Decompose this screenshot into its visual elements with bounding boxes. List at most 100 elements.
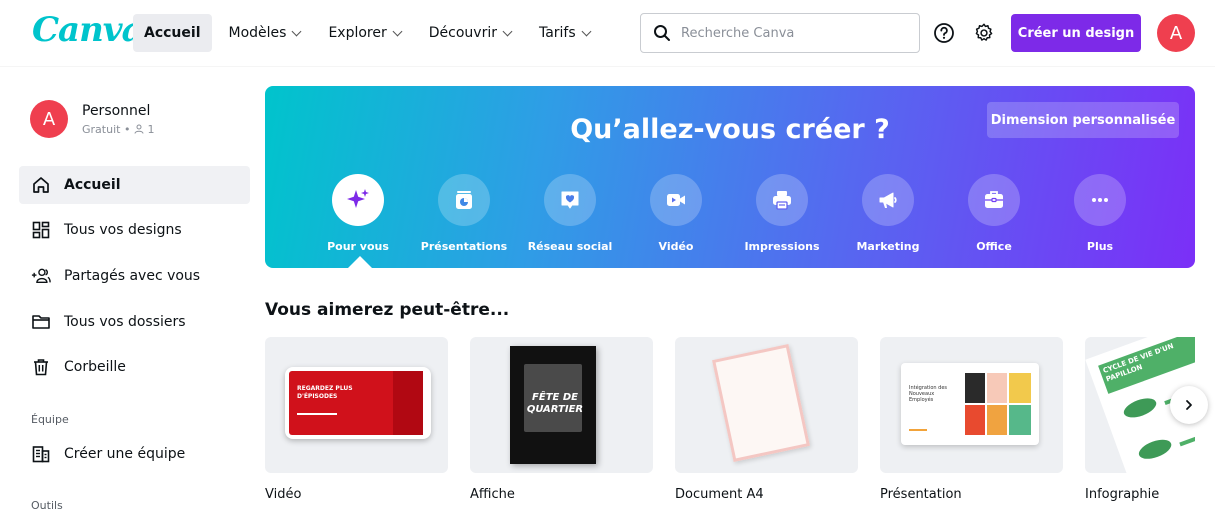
card-label: Document A4 xyxy=(675,487,764,502)
sidebar-item-label: Tous vos designs xyxy=(64,222,182,238)
avatar: A xyxy=(30,100,68,138)
presentation-icon xyxy=(438,174,490,226)
category-label: Vidéo xyxy=(658,240,694,253)
category-prints[interactable]: Impressions xyxy=(729,174,835,253)
nav-modeles[interactable]: Modèles xyxy=(218,14,312,52)
chevron-down-icon xyxy=(502,26,513,36)
card-document-a4[interactable]: Document A4 xyxy=(675,337,858,502)
top-bar: Canva Accueil Modèles Explorer Découvrir… xyxy=(0,0,1215,66)
search-input[interactable] xyxy=(681,25,901,41)
sidebar-item-label: Créer une équipe xyxy=(64,446,186,462)
grid-icon xyxy=(31,220,51,240)
card-thumbnail xyxy=(675,337,858,473)
hero-banner: Qu’allez-vous créer ? Dimension personna… xyxy=(265,86,1195,268)
card-thumbnail: Intégration des Nouveaux Employés xyxy=(880,337,1063,473)
card-thumbnail: FÊTE DE QUARTIER xyxy=(470,337,653,473)
user-icon xyxy=(134,124,144,134)
team-building-icon xyxy=(31,444,51,464)
home-icon xyxy=(31,175,51,195)
nav-label: Explorer xyxy=(328,25,387,41)
category-pour-vous[interactable]: Pour vous xyxy=(305,174,411,253)
main-nav: Accueil Modèles Explorer Découvrir Tarif… xyxy=(133,14,607,52)
help-icon xyxy=(934,23,954,43)
sidebar-item-create-team[interactable]: Créer une équipe xyxy=(19,435,250,473)
carousel-next-button[interactable] xyxy=(1170,386,1208,424)
profile-text: Personnel Gratuit • 1 xyxy=(82,103,154,136)
card-label: Présentation xyxy=(880,487,962,502)
custom-size-button[interactable]: Dimension personnalisée xyxy=(987,102,1179,138)
card-label: Infographie xyxy=(1085,487,1160,502)
slide: Intégration des Nouveaux Employés xyxy=(901,363,1039,445)
profile-plan: Gratuit xyxy=(82,122,121,136)
more-dots-icon xyxy=(1074,174,1126,226)
video-screen: REGARDEZ PLUS D'ÉPISODES xyxy=(289,371,423,435)
category-label: Réseau social xyxy=(527,240,613,253)
section-title: Vous aimerez peut-être... xyxy=(265,300,510,320)
photo-tile xyxy=(1009,373,1031,403)
canva-logo[interactable]: Canva xyxy=(32,10,144,50)
card-thumbnail: REGARDEZ PLUS D'ÉPISODES xyxy=(265,337,448,473)
account-avatar[interactable]: A xyxy=(1157,14,1195,52)
profile-member-count: 1 xyxy=(147,122,155,136)
slide-accent xyxy=(909,429,927,431)
nav-label: Modèles xyxy=(228,25,287,41)
category-social[interactable]: Réseau social xyxy=(517,174,623,253)
sidebar: A Personnel Gratuit • 1 Accueil Tous vos… xyxy=(0,66,262,512)
briefcase-icon xyxy=(968,174,1020,226)
sidebar-item-accueil[interactable]: Accueil xyxy=(19,166,250,204)
category-row: Pour vous Présentations Réseau social Vi… xyxy=(305,174,1153,253)
sidebar-item-designs[interactable]: Tous vos designs xyxy=(19,211,250,249)
nav-tarifs[interactable]: Tarifs xyxy=(528,14,601,52)
sidebar-item-label: Accueil xyxy=(64,177,121,193)
chevron-right-icon xyxy=(1186,400,1192,410)
chevron-down-icon xyxy=(581,26,592,36)
sidebar-item-shared[interactable]: Partagés avec vous xyxy=(19,257,250,295)
help-button[interactable] xyxy=(931,20,957,46)
section-label-team: Équipe xyxy=(31,413,69,426)
printer-icon xyxy=(756,174,808,226)
category-presentations[interactable]: Présentations xyxy=(411,174,517,253)
photo-tile xyxy=(965,405,985,435)
search-box[interactable] xyxy=(640,13,920,53)
thumb-band xyxy=(393,371,423,435)
profile-switcher[interactable]: A Personnel Gratuit • 1 xyxy=(30,100,154,138)
photo-tile xyxy=(965,373,985,403)
nav-label: Accueil xyxy=(144,25,201,41)
card-presentation[interactable]: Intégration des Nouveaux Employés Présen… xyxy=(880,337,1063,502)
nav-label: Tarifs xyxy=(538,25,576,41)
poster-sheet: FÊTE DE QUARTIER xyxy=(510,346,596,464)
category-video[interactable]: Vidéo xyxy=(623,174,729,253)
category-office[interactable]: Office xyxy=(941,174,1047,253)
nav-explorer[interactable]: Explorer xyxy=(317,14,411,52)
category-marketing[interactable]: Marketing xyxy=(835,174,941,253)
nav-decouvrir[interactable]: Découvrir xyxy=(418,14,522,52)
create-design-button[interactable]: Créer un design xyxy=(1011,14,1141,52)
photo-tile xyxy=(987,373,1007,403)
profile-name: Personnel xyxy=(82,102,151,119)
category-label: Impressions xyxy=(744,240,820,253)
card-poster[interactable]: FÊTE DE QUARTIER Affiche xyxy=(470,337,653,502)
video-frame: REGARDEZ PLUS D'ÉPISODES xyxy=(285,367,431,439)
sidebar-item-trash[interactable]: Corbeille xyxy=(19,348,250,386)
chevron-down-icon xyxy=(392,26,403,36)
sidebar-item-label: Tous vos dossiers xyxy=(64,314,186,330)
category-more[interactable]: Plus xyxy=(1047,174,1153,253)
category-label: Marketing xyxy=(856,240,920,253)
sidebar-item-label: Corbeille xyxy=(64,359,126,375)
social-heart-icon xyxy=(544,174,596,226)
card-video[interactable]: REGARDEZ PLUS D'ÉPISODES Vidéo xyxy=(265,337,448,502)
thumb-text: Intégration des Nouveaux Employés xyxy=(909,385,947,403)
leaf-shape xyxy=(1136,435,1174,463)
card-label: Vidéo xyxy=(265,487,302,502)
trash-icon xyxy=(31,357,51,377)
sidebar-item-folders[interactable]: Tous vos dossiers xyxy=(19,303,250,341)
active-category-pointer xyxy=(348,256,372,268)
thumb-text: REGARDEZ PLUS D'ÉPISODES xyxy=(297,385,353,400)
thumb-text: FÊTE DE QUARTIER xyxy=(526,392,584,415)
category-label: Présentations xyxy=(420,240,508,253)
nav-accueil[interactable]: Accueil xyxy=(133,14,212,52)
thumb-text: CYCLE DE VIE D'UN PAPILLON xyxy=(1098,337,1195,394)
sidebar-item-label: Partagés avec vous xyxy=(64,268,201,284)
category-label: Plus xyxy=(1086,240,1114,253)
settings-button[interactable] xyxy=(971,20,997,46)
